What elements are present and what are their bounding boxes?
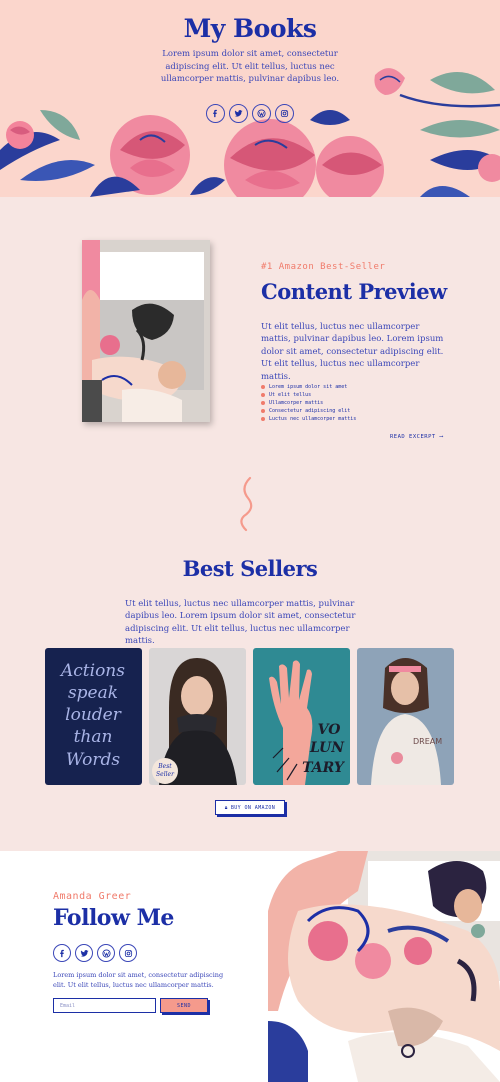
bullet-icon (261, 393, 265, 398)
arrow-right-icon: ⟶ (439, 434, 444, 440)
facebook-icon (213, 109, 217, 118)
read-excerpt-link[interactable]: READ EXCERPT ⟶ (390, 434, 443, 440)
list-item: Consectetur adipiscing elit (261, 407, 356, 415)
instagram-icon (280, 109, 289, 118)
svg-text:Words: Words (66, 750, 121, 770)
list-item: Ut elit tellus (261, 391, 356, 399)
follow-description: Lorem ipsum dolor sit amet, consectetur … (53, 971, 224, 989)
hero-description: Lorem ipsum dolor sit amet, consectetur … (160, 49, 340, 84)
wordpress-icon (101, 948, 111, 958)
preview-feature-list: Lorem ipsum dolor sit amet Ut elit tellu… (261, 383, 356, 423)
instagram-icon (124, 949, 132, 957)
list-item: Ullamcorper mattis (261, 399, 356, 407)
preview-title: Content Preview (261, 279, 447, 304)
book-card[interactable]: VO LUN TARY (253, 648, 350, 785)
facebook-link[interactable] (53, 944, 71, 962)
svg-text:TARY: TARY (302, 760, 346, 776)
twitter-icon (234, 110, 243, 117)
svg-text:louder: louder (65, 705, 122, 725)
instagram-link[interactable] (119, 944, 137, 962)
follow-section: Amanda Greer Follow Me Lorem ipsum dolor… (0, 851, 500, 1082)
send-button[interactable]: SEND (160, 998, 208, 1013)
squiggle-divider (240, 476, 253, 532)
email-field[interactable] (53, 998, 156, 1013)
page-title: My Books (183, 14, 317, 43)
svg-text:VO: VO (318, 722, 342, 738)
author-name: Amanda Greer (53, 891, 132, 902)
book-card[interactable]: Actions speak louder than Words (45, 648, 142, 785)
svg-text:Seller: Seller (156, 771, 175, 778)
best-sellers-description: Ut elit tellus, luctus nec ullamcorper m… (125, 599, 356, 647)
book-card[interactable]: DREAM (357, 648, 454, 785)
bullet-icon (261, 409, 265, 414)
twitter-link[interactable] (75, 944, 93, 962)
preview-eyebrow: #1 Amazon Best-Seller (261, 262, 386, 272)
svg-text:Actions: Actions (59, 661, 125, 681)
svg-text:speak: speak (68, 683, 118, 703)
preview-description: Ut elit tellus, luctus nec ullamcorper m… (261, 322, 444, 382)
book-card[interactable]: Best Seller (149, 648, 246, 785)
book-cover-image (82, 240, 210, 422)
buy-on-amazon-button[interactable]: 🔒︎ BUY ON AMAZON (215, 800, 285, 815)
svg-text:DREAM: DREAM (413, 737, 442, 746)
list-item: Luctus nec ullamcorper mattis (261, 415, 356, 423)
facebook-link[interactable] (206, 104, 225, 123)
hero-social-links (206, 104, 294, 123)
wordpress-link[interactable] (97, 944, 115, 962)
twitter-icon (79, 949, 89, 957)
best-sellers-title: Best Sellers (182, 556, 318, 581)
tattoo-illustration (268, 851, 500, 1082)
hero-section: My Books Lorem ipsum dolor sit amet, con… (0, 0, 500, 197)
twitter-link[interactable] (229, 104, 248, 123)
svg-text:LUN: LUN (309, 740, 345, 756)
svg-text:Best: Best (157, 763, 172, 770)
wordpress-link[interactable] (252, 104, 271, 123)
list-item: Lorem ipsum dolor sit amet (261, 383, 356, 391)
wordpress-icon (257, 109, 266, 118)
content-preview-section: #1 Amazon Best-Seller Content Preview Ut… (0, 197, 500, 467)
facebook-icon (59, 949, 64, 957)
svg-text:than: than (74, 727, 113, 747)
bullet-icon (261, 385, 265, 390)
follow-title: Follow Me (53, 905, 174, 931)
lock-icon: 🔒︎ (224, 804, 228, 811)
bullet-icon (261, 417, 265, 422)
instagram-link[interactable] (275, 104, 294, 123)
best-sellers-grid: Actions speak louder than Words Best Sel… (45, 648, 454, 785)
follow-social-links (53, 944, 137, 962)
bullet-icon (261, 401, 265, 406)
